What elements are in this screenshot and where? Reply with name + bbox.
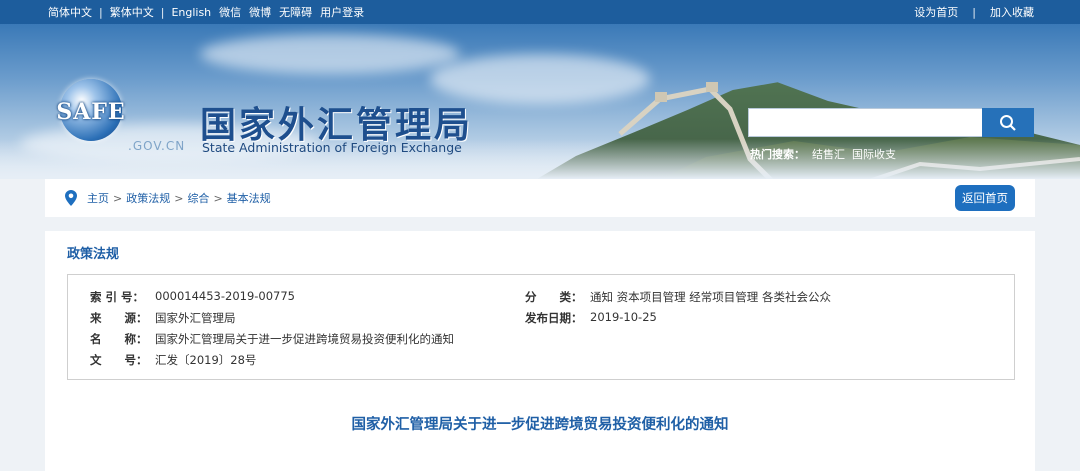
breadcrumb-policy-link[interactable]: 政策法规 (126, 190, 170, 206)
weibo-link[interactable]: 微博 (249, 4, 271, 20)
hot-search: 热门搜索： 结售汇 国际收支 (750, 146, 896, 162)
divider: | (99, 5, 103, 19)
user-login-link[interactable]: 用户登录 (320, 4, 364, 20)
cloud-decoration (200, 34, 460, 74)
meta-label: 索 引 号： (90, 290, 145, 304)
logo-text: SAFE (56, 99, 126, 125)
hot-keyword-link[interactable]: 结售汇 (812, 146, 845, 162)
meta-label: 分 类： (525, 290, 583, 304)
lang-simplified-link[interactable]: 简体中文 (48, 4, 92, 20)
set-homepage-link[interactable]: 设为首页 (914, 4, 958, 20)
meta-value: 国家外汇管理局关于进一步促进跨境贸易投资便利化的通知 (155, 332, 454, 346)
breadcrumb-bar: 主页 > 政策法规 > 综合 > 基本法规 返回首页 (45, 179, 1035, 217)
hot-search-label: 热门搜索： (750, 148, 805, 161)
main-content: 政策法规 索 引 号： 000014453-2019-00775 分 类： 通知… (45, 231, 1035, 471)
lang-english-link[interactable]: English (171, 6, 211, 19)
meta-source-row: 来 源： 国家外汇管理局 (90, 310, 236, 326)
logo-domain: .GOV.CN (128, 139, 186, 153)
utility-links: 设为首页 | 加入收藏 (914, 4, 1034, 20)
divider: | (160, 5, 165, 19)
meta-label: 文 号： (90, 353, 148, 367)
search-input[interactable] (748, 108, 982, 137)
add-favorite-link[interactable]: 加入收藏 (990, 4, 1034, 20)
meta-value: 000014453-2019-00775 (155, 289, 295, 303)
meta-value: 2019-10-25 (590, 310, 657, 324)
breadcrumb: 主页 > 政策法规 > 综合 > 基本法规 (65, 190, 271, 206)
meta-category-row: 分 类： 通知 资本项目管理 经常项目管理 各类社会公众 (525, 289, 831, 305)
meta-label: 来 源： (90, 311, 148, 325)
breadcrumb-basic-regulations-link[interactable]: 基本法规 (227, 190, 271, 206)
meta-label: 名 称： (90, 332, 148, 346)
meta-value: 汇发〔2019〕28号 (155, 353, 257, 367)
language-links: 简体中文 | 繁体中文 | English 微信 微博 无障碍 用户登录 (48, 4, 364, 20)
breadcrumb-separator: > (213, 191, 223, 205)
meta-value: 通知 资本项目管理 经常项目管理 各类社会公众 (590, 290, 831, 304)
divider: | (972, 5, 976, 19)
wechat-link[interactable]: 微信 (219, 4, 241, 20)
header-banner: SAFE .GOV.CN 国家外汇管理局 State Administratio… (0, 24, 1080, 179)
section-title: 政策法规 (67, 247, 120, 262)
document-metadata: 索 引 号： 000014453-2019-00775 分 类： 通知 资本项目… (67, 274, 1015, 380)
location-pin-icon (65, 190, 77, 206)
top-nav-bar: 简体中文 | 繁体中文 | English 微信 微博 无障碍 用户登录 设为首… (0, 0, 1080, 24)
safe-logo[interactable]: SAFE .GOV.CN (48, 79, 184, 153)
meta-name-row: 名 称： 国家外汇管理局关于进一步促进跨境贸易投资便利化的通知 (90, 331, 454, 347)
meta-label: 发布日期： (525, 311, 583, 325)
hot-keyword-link[interactable]: 国际收支 (852, 146, 896, 162)
lang-traditional-link[interactable]: 繁体中文 (110, 4, 154, 20)
breadcrumb-home-link[interactable]: 主页 (87, 190, 109, 206)
search-icon (1000, 114, 1016, 131)
meta-index-row: 索 引 号： 000014453-2019-00775 (90, 289, 295, 305)
breadcrumb-separator: > (113, 191, 123, 205)
meta-date-row: 发布日期： 2019-10-25 (525, 310, 657, 326)
document-title: 国家外汇管理局关于进一步促进跨境贸易投资便利化的通知 (351, 417, 729, 433)
search-button[interactable] (982, 108, 1034, 137)
breadcrumb-separator: > (174, 191, 184, 205)
site-name-en: State Administration of Foreign Exchange (202, 140, 462, 155)
search-box (748, 108, 1034, 137)
accessibility-link[interactable]: 无障碍 (279, 4, 312, 20)
meta-value: 国家外汇管理局 (155, 311, 236, 325)
meta-doc-number-row: 文 号： 汇发〔2019〕28号 (90, 352, 256, 368)
breadcrumb-general-link[interactable]: 综合 (187, 190, 209, 206)
back-home-button[interactable]: 返回首页 (955, 185, 1015, 211)
